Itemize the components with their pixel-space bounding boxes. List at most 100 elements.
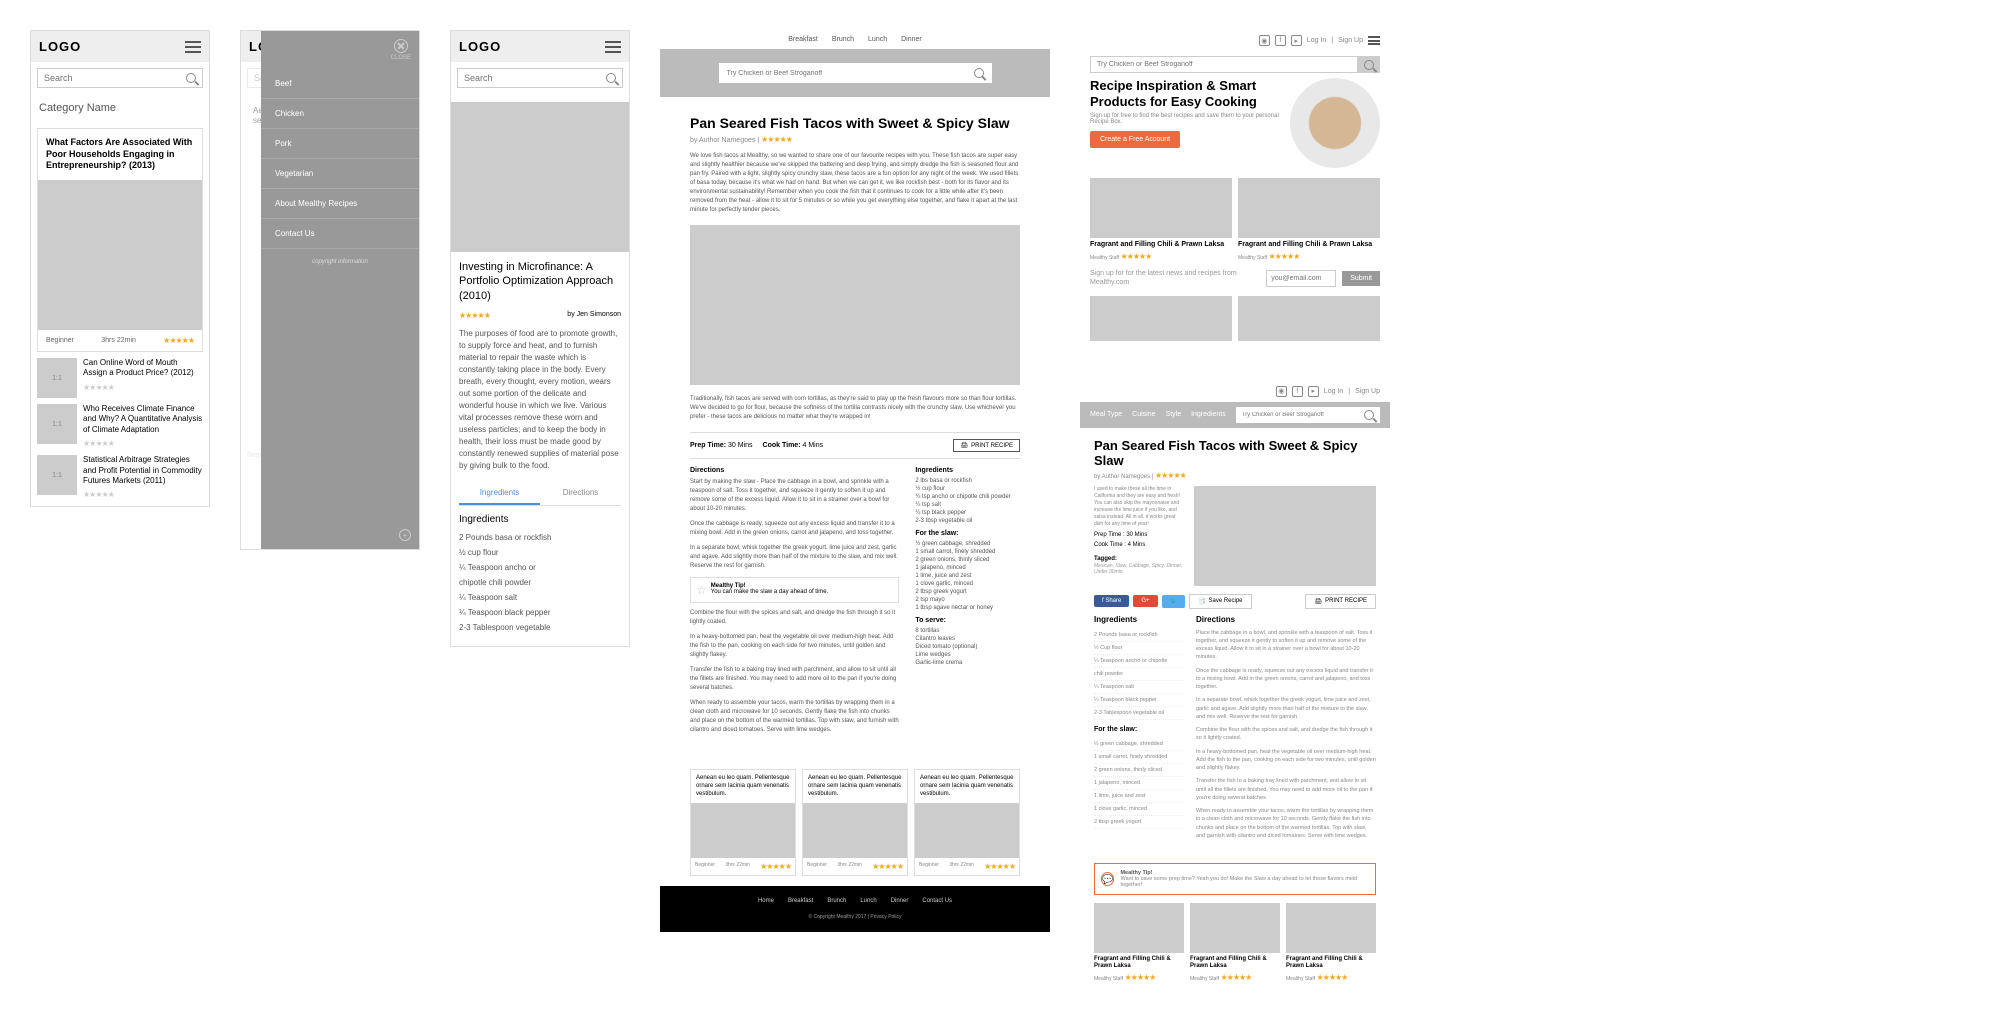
related-card[interactable]: Aenean eu leo quam. Pellentesque ornare … [802, 769, 908, 876]
card[interactable] [1238, 296, 1380, 341]
login-link[interactable]: Log In [1324, 388, 1343, 395]
share-twitter[interactable]: 🐦 [1162, 595, 1185, 608]
related-card[interactable]: Fragrant and Filling Chili & Prawn Laksa… [1094, 903, 1184, 982]
email-input[interactable] [1266, 270, 1336, 287]
slaw-heading: For the slaw: [915, 530, 1020, 537]
search-input[interactable] [1242, 410, 1364, 420]
save-recipe-button[interactable]: 📑 Save Recipe [1189, 594, 1252, 609]
ingredients-column: Ingredients 2 lbs basa or rockfish½ cup … [915, 467, 1020, 741]
direction-step: Once the cabbage is ready, squeeze out a… [1196, 667, 1376, 692]
instagram-icon[interactable]: ◉ [1276, 386, 1287, 397]
footer-link[interactable]: Lunch [860, 898, 876, 904]
nav-item[interactable]: Meal Type [1090, 411, 1122, 418]
menu-item[interactable]: Beef [261, 69, 419, 99]
nav-link[interactable]: Brunch [832, 36, 854, 43]
nav-item[interactable]: Ingredients [1191, 411, 1226, 418]
related-card[interactable]: Fragrant and Filling Chili & Prawn Laksa… [1286, 903, 1376, 982]
signup-link[interactable]: Sign Up [1338, 37, 1363, 44]
recipe-card[interactable]: Fragrant and Filling Chili & Prawn Laksa… [1090, 178, 1232, 261]
tab-directions[interactable]: Directions [540, 482, 621, 505]
related-card[interactable]: Aenean eu leo quam. Pellentesque ornare … [914, 769, 1020, 876]
search-icon[interactable] [1364, 410, 1374, 420]
list-item[interactable]: 1:1 Statistical Arbitrage Strategies and… [37, 455, 203, 500]
footer-link[interactable]: Dinner [891, 898, 909, 904]
search-input[interactable] [727, 70, 974, 77]
recipe-columns: Ingredients 2 Pounds basa or rockfish½ C… [1094, 615, 1376, 846]
top-bar: ◉ f ▸ Log In | Sign Up [1080, 381, 1390, 402]
recipe-cards: Fragrant and Filling Chili & Prawn Laksa… [1080, 178, 1390, 261]
search-icon[interactable] [974, 68, 984, 78]
submit-button[interactable]: Submit [1342, 271, 1380, 286]
nav-item[interactable]: Cuisine [1132, 411, 1155, 418]
related-recipes: Fragrant and Filling Chili & Prawn Laksa… [1080, 903, 1390, 992]
menu-item[interactable]: Pork [261, 129, 419, 159]
card-title: What Factors Are Associated With Poor Ho… [38, 129, 202, 180]
search-bar[interactable] [37, 68, 203, 88]
share-facebook[interactable]: f Share [1094, 595, 1129, 607]
youtube-icon[interactable]: ▸ [1291, 35, 1302, 46]
list-item[interactable]: 1:1 Can Online Word of Mouth Assign a Pr… [37, 358, 203, 398]
logo: LOGO [459, 39, 501, 54]
cta-button[interactable]: Create a Free Account [1090, 131, 1180, 148]
facebook-icon[interactable]: f [1292, 386, 1303, 397]
search-bar[interactable] [1236, 407, 1380, 423]
search-button[interactable] [1358, 56, 1380, 73]
header: LOGO [451, 31, 629, 62]
related-card[interactable]: Aenean eu leo quam. Pellentesque ornare … [690, 769, 796, 876]
youtube-icon[interactable]: ▸ [1308, 386, 1319, 397]
login-link[interactable]: Log In [1307, 37, 1326, 44]
print-button[interactable]: 🖨 PRINT RECIPE [953, 439, 1020, 452]
menu-item[interactable]: Contact Us [261, 219, 419, 249]
directions-heading: Directions [1196, 615, 1376, 624]
signup-link[interactable]: Sign Up [1355, 388, 1380, 395]
tab-ingredients[interactable]: Ingredients [459, 482, 540, 505]
list-item[interactable]: 1:1 Who Receives Climate Finance and Why… [37, 404, 203, 449]
add-icon[interactable]: + [399, 529, 411, 541]
direction-step: Once the cabbage is ready, squeeze out a… [690, 520, 899, 538]
featured-card[interactable]: What Factors Are Associated With Poor Ho… [37, 128, 203, 352]
ingredient: 2-3 Tablespoon vegetable [459, 623, 621, 632]
card-image [1090, 178, 1232, 238]
menu-item[interactable]: Chicken [261, 99, 419, 129]
search-input[interactable] [1090, 56, 1358, 73]
menu-item[interactable]: Vegetarian [261, 159, 419, 189]
close-button[interactable]: CLOSE [391, 39, 411, 61]
footer-link[interactable]: Brunch [827, 898, 846, 904]
search-input[interactable] [464, 73, 606, 83]
nav-item[interactable]: Style [1166, 411, 1182, 418]
recipe-card[interactable]: Fragrant and Filling Chili & Prawn Laksa… [1238, 178, 1380, 261]
card[interactable] [1090, 296, 1232, 341]
search-input[interactable] [44, 73, 186, 83]
menu-icon[interactable] [1368, 36, 1380, 45]
rating-stars: ★★★★★ [83, 490, 114, 499]
search-bar[interactable] [719, 63, 992, 83]
footer-link[interactable]: Breakfast [788, 898, 813, 904]
nav-link[interactable]: Breakfast [788, 36, 818, 43]
search-bar[interactable] [457, 68, 623, 88]
signup-bar: Sign up for for the latest news and reci… [1080, 261, 1390, 295]
card-title: Fragrant and Filling Chili & Prawn Laksa [1094, 956, 1184, 970]
ingredient: ¼ Teaspoon ancho or chipotle [1094, 655, 1184, 668]
instagram-icon[interactable]: ◉ [1259, 35, 1270, 46]
print-button[interactable]: 🖨 PRINT RECIPE [1305, 594, 1376, 609]
card-title: Fragrant and Filling Chili & Prawn Laksa [1090, 241, 1232, 249]
ingredient: 1 clove garlic, minced [915, 581, 1020, 587]
search-icon[interactable] [186, 73, 196, 83]
share-google[interactable]: G+ [1133, 595, 1157, 607]
footer-link[interactable]: Contact Us [922, 898, 952, 904]
hero-text: Recipe Inspiration & Smart Products for … [1090, 78, 1282, 148]
facebook-icon[interactable]: f [1275, 35, 1286, 46]
directions-column: Directions Place the cabbage in a bowl, … [1196, 615, 1376, 846]
related-card[interactable]: Fragrant and Filling Chili & Prawn Laksa… [1190, 903, 1280, 982]
directions-heading: Directions [690, 467, 899, 474]
article-title: Pan Seared Fish Tacos with Sweet & Spicy… [690, 115, 1020, 131]
byline: by Author Namegoes | ★★★★★ [1094, 471, 1376, 480]
card-title: Fragrant and Filling Chili & Prawn Laksa [1286, 956, 1376, 970]
menu-icon[interactable] [605, 41, 621, 53]
menu-icon[interactable] [185, 41, 201, 53]
nav-link[interactable]: Dinner [901, 36, 922, 43]
footer-link[interactable]: Home [758, 898, 774, 904]
search-icon[interactable] [606, 73, 616, 83]
menu-item[interactable]: About Mealthy Recipes [261, 189, 419, 219]
nav-link[interactable]: Lunch [868, 36, 887, 43]
